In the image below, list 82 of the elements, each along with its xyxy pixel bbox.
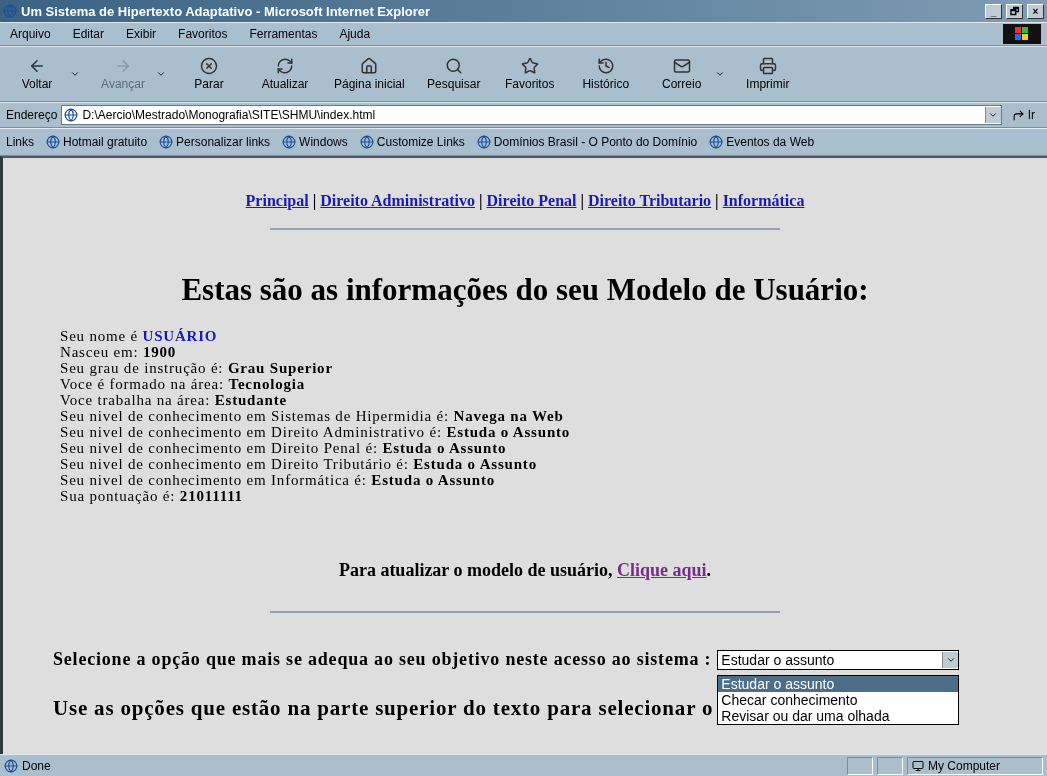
nav-link[interactable]: Direito Administrativo bbox=[320, 192, 476, 209]
update-sentence: Para atualizar o modelo de usuário, Clique aqui. bbox=[338, 560, 712, 581]
address-field[interactable]: D:\Aercio\Mestrado\Monografia\SITE\SHMU\index.html bbox=[61, 105, 1002, 125]
profile-line: Seu nivel de conhecimento em Direito Tributário é: Estuda o Assunto bbox=[60, 456, 538, 472]
link-item[interactable]: Customize Links bbox=[359, 135, 465, 149]
window-control-button[interactable]: _ bbox=[985, 3, 1002, 19]
nav-link[interactable]: Direito Penal bbox=[486, 192, 577, 209]
link-item[interactable]: Windows bbox=[282, 135, 348, 149]
window-control-button[interactable]: × bbox=[1027, 3, 1044, 19]
profile-line: Seu nivel de conhecimento em Informática é: Estuda o Assunto bbox=[60, 472, 497, 488]
profile-line: Seu nivel de conhecimento em Direito Administrativo é: Estuda o Assunto bbox=[60, 424, 571, 440]
goal-select[interactable]: Estudar o assunto bbox=[717, 649, 960, 670]
history-icon bbox=[596, 57, 615, 75]
menu-item[interactable]: Exibir bbox=[122, 25, 161, 43]
link-item[interactable]: Hotmail gratuito bbox=[46, 135, 148, 149]
globe-icon bbox=[3, 4, 17, 18]
menu-item[interactable]: Editar bbox=[68, 25, 109, 43]
globe-icon bbox=[64, 108, 79, 122]
separator: | bbox=[478, 192, 484, 209]
instruction-text: Use as opções que estão na parte superior do texto para selecionar o bbox=[53, 696, 714, 721]
globe-icon bbox=[476, 135, 491, 149]
status-text: Done bbox=[22, 758, 52, 773]
toolbar-button[interactable]: Página inicial bbox=[330, 57, 409, 91]
status-pane bbox=[847, 756, 873, 775]
select-label: Selecione a opção que mais se adequa ao seu objetivo neste acesso ao sistema : bbox=[53, 649, 712, 670]
go-button[interactable]: Ir bbox=[1005, 107, 1041, 123]
menu-item[interactable]: Ferramentas bbox=[245, 25, 322, 43]
profile-line: Seu nivel de conhecimento em Direito Penal é: Estuda o Assunto bbox=[60, 440, 508, 456]
search-icon bbox=[444, 57, 463, 75]
toolbar-button[interactable]: Imprimir bbox=[736, 57, 799, 91]
stop-icon bbox=[200, 57, 218, 75]
link-item[interactable]: Personalizar links bbox=[159, 135, 271, 149]
globe-icon bbox=[4, 758, 18, 773]
caret-icon[interactable] bbox=[942, 651, 959, 668]
globe-icon bbox=[282, 135, 297, 149]
profile-line: Sua pontuação é: 21011111 bbox=[60, 488, 244, 504]
windows-logo-icon bbox=[1003, 24, 1041, 44]
toolbar-button[interactable]: Correio bbox=[650, 57, 713, 91]
mail-icon bbox=[672, 57, 691, 75]
profile-line: Seu nivel de conhecimento em Sistemas de Hipermidia é: Navega na Web bbox=[60, 408, 565, 424]
globe-icon bbox=[159, 135, 174, 149]
globe-icon bbox=[46, 135, 60, 149]
toolbar-button[interactable]: Favoritos bbox=[498, 57, 561, 91]
link-item[interactable]: Domínios Brasil - O Ponto do Domínio bbox=[476, 135, 698, 149]
status-pane bbox=[877, 756, 903, 775]
separator: | bbox=[714, 192, 720, 209]
toolbar-button[interactable]: Atualizar bbox=[254, 57, 316, 91]
profile-line: Voce trabalha na área: Estudante bbox=[60, 392, 288, 408]
globe-icon bbox=[709, 135, 724, 149]
go-arrow-icon bbox=[1011, 108, 1025, 122]
nav-link[interactable]: Informática bbox=[722, 192, 805, 209]
separator: | bbox=[579, 192, 585, 209]
nav-link[interactable]: Principal bbox=[245, 192, 309, 209]
link-item[interactable]: Eventos da Web bbox=[709, 135, 815, 149]
separator: | bbox=[311, 192, 318, 209]
dropdown-option[interactable]: Estudar o assunto bbox=[718, 675, 959, 692]
window-title: Um Sistema de Hipertexto Adaptativo - Microsoft Internet Explorer bbox=[21, 3, 432, 19]
update-link[interactable]: Clique aqui bbox=[617, 560, 707, 580]
star-icon bbox=[520, 57, 539, 75]
house-icon bbox=[360, 57, 379, 75]
page-heading: Estas são as informações do seu Modelo de Usuário: bbox=[181, 272, 869, 308]
toolbar-button[interactable]: Parar bbox=[178, 57, 240, 91]
menu-item[interactable]: Ajuda bbox=[335, 25, 375, 43]
computer-icon bbox=[912, 759, 924, 772]
toolbar-button[interactable]: Pesquisar bbox=[422, 57, 485, 91]
zone-text: My Computer bbox=[928, 758, 1001, 773]
nav-link[interactable]: Direito Tributario bbox=[588, 192, 712, 209]
toolbar-button[interactable]: Histórico bbox=[574, 57, 637, 91]
menu-item[interactable]: Favoritos bbox=[174, 25, 232, 43]
links-label: Links bbox=[6, 135, 34, 149]
globe-icon bbox=[359, 135, 374, 149]
printer-icon bbox=[758, 57, 777, 75]
window-control-button[interactable]: 🗗 bbox=[1006, 3, 1023, 19]
profile-line: Voce é formado na área: Tecnologia bbox=[60, 376, 307, 392]
profile-line: Nasceu em: 1900 bbox=[60, 344, 178, 360]
profile-line: Seu grau de instrução é: Grau Superior bbox=[60, 360, 334, 376]
toolbar-button[interactable]: Voltar bbox=[6, 57, 68, 91]
profile-line: Seu nome é USUÁRIO bbox=[60, 328, 219, 344]
menu-item[interactable]: Arquivo bbox=[6, 25, 55, 43]
address-label: Endereço bbox=[6, 108, 58, 122]
right-arrow-icon bbox=[114, 57, 132, 75]
refresh-icon bbox=[276, 57, 294, 75]
